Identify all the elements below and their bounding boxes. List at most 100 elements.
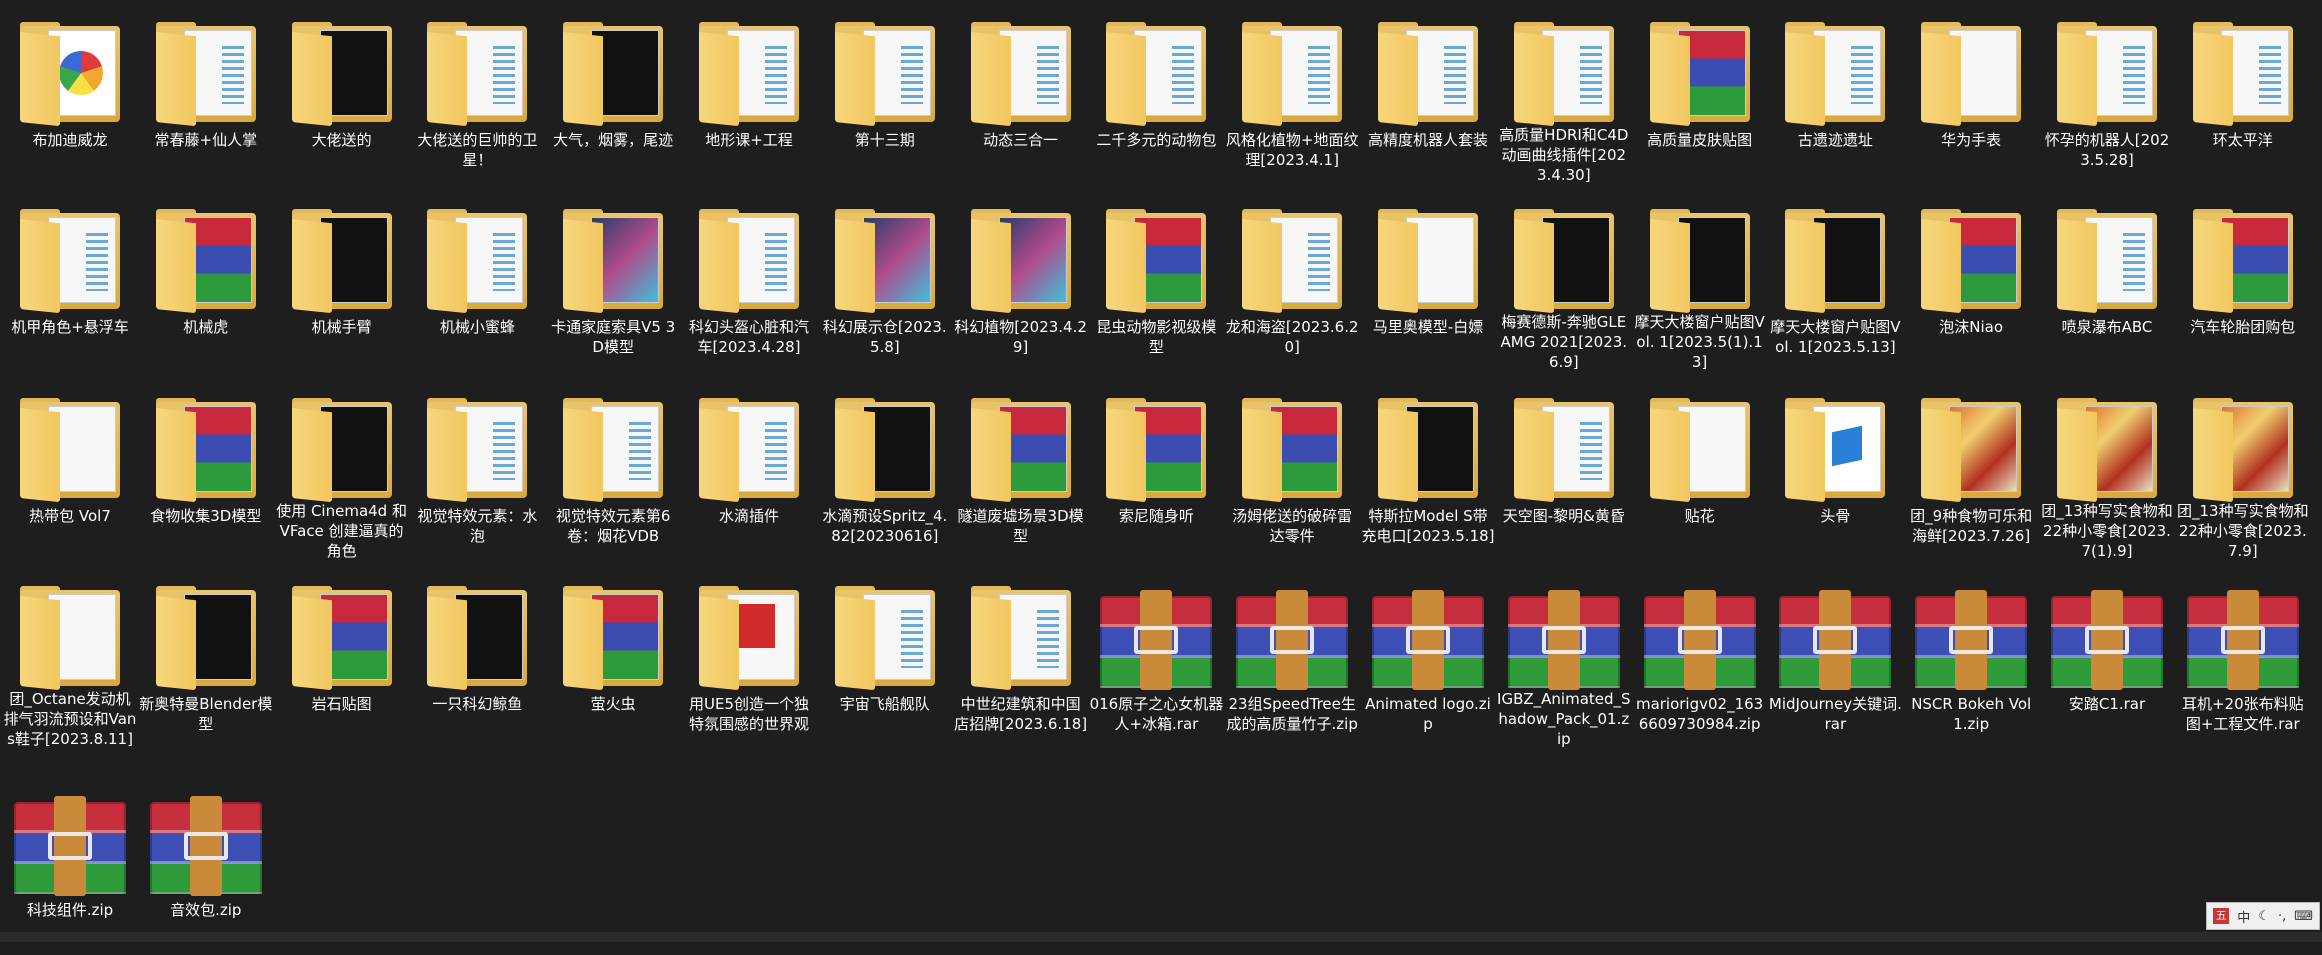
archive-item[interactable]: IGBZ_Animated_Shadow_Pack_01.zip [1496, 564, 1632, 749]
folder-item[interactable]: 高精度机器人套装 [1360, 0, 1496, 185]
folder-item[interactable]: 二千多元的动物包 [1088, 0, 1224, 185]
item-name: 汽车轮胎团购包 [2190, 318, 2296, 336]
archive-item[interactable]: Animated logo.zip [1360, 564, 1496, 749]
folder-item[interactable]: 使用 Cinema4d 和 VFace 创建逼真的角色 [274, 376, 410, 561]
folder-item[interactable]: 喷泉瀑布ABC [2039, 187, 2175, 372]
archive-item[interactable]: 安踏C1.rar [2039, 564, 2175, 749]
item-name: 食物收集3D模型 [150, 507, 262, 525]
folder-item[interactable]: 风格化植物+地面纹理[2023.4.1] [1224, 0, 1360, 185]
folder-icon [146, 22, 266, 127]
folder-item[interactable]: 环太平洋 [2175, 0, 2311, 185]
item-name: 喷泉瀑布ABC [2061, 318, 2153, 336]
folder-item[interactable]: 怀孕的机器人[2023.5.28] [2039, 0, 2175, 185]
folder-item[interactable]: 科幻植物[2023.4.29] [953, 187, 1089, 372]
folder-item[interactable]: 食物收集3D模型 [138, 376, 274, 561]
folder-item[interactable]: 梅赛德斯-奔驰GLE AMG 2021[2023.6.9] [1496, 187, 1632, 372]
item-name: 大佬送的 [311, 131, 372, 149]
folder-item[interactable]: 团_13种写实食物和22种小零食[2023.7.9] [2175, 376, 2311, 561]
folder-item[interactable]: 汤姆佬送的破碎雷达零件 [1224, 376, 1360, 561]
folder-item[interactable]: 贴花 [1632, 376, 1768, 561]
folder-item[interactable]: 卡通家庭索具V5 3D模型 [545, 187, 681, 372]
item-name: 卡通家庭索具V5 3D模型 [551, 318, 676, 356]
folder-item[interactable]: 一只科幻鲸鱼 [409, 564, 545, 749]
folder-item[interactable]: 宇宙飞船舰队 [817, 564, 953, 749]
folder-item[interactable]: 地形课+工程 [681, 0, 817, 185]
folder-item[interactable]: 头骨 [1767, 376, 1903, 561]
folder-icon [689, 22, 809, 127]
item-name: 大佬送的巨帅的卫星！ [417, 131, 538, 169]
folder-item[interactable]: 第十三期 [817, 0, 953, 185]
punctuation-label[interactable]: ·, [2278, 909, 2286, 924]
folder-icon [417, 586, 537, 691]
archive-item[interactable]: NSCR Bokeh Vol 1.zip [1903, 564, 2039, 749]
folder-item[interactable]: 岩石贴图 [274, 564, 410, 749]
archive-item[interactable]: MidJourney关键词.rar [1767, 564, 1903, 749]
winrar-archive-icon [1368, 586, 1488, 690]
folder-item[interactable]: 龙和海盗[2023.6.20] [1224, 187, 1360, 372]
folder-icon [1640, 22, 1760, 127]
folder-item[interactable]: 动态三合一 [953, 0, 1089, 185]
folder-item[interactable]: 机械手臂 [274, 187, 410, 372]
folder-item[interactable]: 视觉特效元素第6卷：烟花VDB [545, 376, 681, 561]
folder-item[interactable]: 中世纪建筑和中国店招牌[2023.6.18] [953, 564, 1089, 749]
archive-item[interactable]: 016原子之心女机器人+冰箱.rar [1088, 564, 1224, 749]
folder-item[interactable]: 机械小蜜蜂 [409, 187, 545, 372]
item-name: 布加迪威龙 [32, 131, 108, 149]
folder-item[interactable]: 索尼随身听 [1088, 376, 1224, 561]
folder-item[interactable]: 马里奥模型-白嫖 [1360, 187, 1496, 372]
folder-item[interactable]: 团_Octane发动机排气羽流预设和Vans鞋子[2023.8.11] [2, 564, 138, 749]
winrar-archive-icon [146, 792, 266, 896]
folder-icon [1911, 398, 2031, 503]
item-name: 常春藤+仙人掌 [154, 131, 258, 149]
ime-toolbar[interactable]: 五 中 ☾ ·, ⌨ [2206, 902, 2320, 930]
folder-item[interactable]: 机甲角色+悬浮车 [2, 187, 138, 372]
folder-item[interactable]: 昆虫动物影视级模型 [1088, 187, 1224, 372]
folder-item[interactable]: 科幻头盔心脏和汽车[2023.4.28] [681, 187, 817, 372]
folder-item[interactable]: 机械虎 [138, 187, 274, 372]
folder-icon [1096, 209, 1216, 314]
folder-item[interactable]: 布加迪威龙 [2, 0, 138, 185]
ime-icon[interactable]: 五 [2213, 908, 2230, 924]
folder-item[interactable]: 视觉特效元素：水泡 [409, 376, 545, 561]
ime-mode-label[interactable]: 中 [2237, 907, 2250, 926]
folder-item[interactable]: 泡沫Niao [1903, 187, 2039, 372]
folder-item[interactable]: 汽车轮胎团购包 [2175, 187, 2311, 372]
archive-item[interactable]: 耳机+20张布料贴图+工程文件.rar [2175, 564, 2311, 749]
archive-item[interactable]: 科技组件.zip [2, 770, 138, 955]
folder-item[interactable]: 团_9种食物可乐和海鲜[2023.7.26] [1903, 376, 2039, 561]
moon-icon[interactable]: ☾ [2258, 909, 2270, 924]
folder-item[interactable]: 热带包 Vol7 [2, 376, 138, 561]
item-name: 天空图-黎明&黄昏 [1502, 507, 1625, 525]
folder-item[interactable]: 高质量皮肤贴图 [1632, 0, 1768, 185]
folder-item[interactable]: 古遗迹遗址 [1767, 0, 1903, 185]
item-name: 中世纪建筑和中国店招牌[2023.6.18] [954, 695, 1088, 733]
folder-item[interactable]: 大佬送的巨帅的卫星！ [409, 0, 545, 185]
keyboard-icon[interactable]: ⌨ [2294, 909, 2313, 924]
folder-item[interactable]: 水滴预设Spritz_4.82[20230616] [817, 376, 953, 561]
folder-item[interactable]: 隧道废墟场景3D模型 [953, 376, 1089, 561]
item-name: IGBZ_Animated_Shadow_Pack_01.zip [1497, 690, 1631, 748]
folder-item[interactable]: 华为手表 [1903, 0, 2039, 185]
item-name: 索尼随身听 [1118, 507, 1194, 525]
folder-item[interactable]: 水滴插件 [681, 376, 817, 561]
folder-item[interactable]: 特斯拉Model S带充电口[2023.5.18] [1360, 376, 1496, 561]
folder-icon [553, 209, 673, 314]
folder-icon [1232, 209, 1352, 314]
folder-icon [417, 398, 537, 503]
folder-item[interactable]: 萤火虫 [545, 564, 681, 749]
folder-item[interactable]: 科幻展示仓[2023.5.8] [817, 187, 953, 372]
folder-item[interactable]: 摩天大楼窗户贴图Vol. 1[2023.5.13] [1767, 187, 1903, 372]
folder-item[interactable]: 天空图-黎明&黄昏 [1496, 376, 1632, 561]
folder-item[interactable]: 大佬送的 [274, 0, 410, 185]
folder-item[interactable]: 团_13种写实食物和22种小零食[2023.7(1).9] [2039, 376, 2175, 561]
folder-item[interactable]: 摩天大楼窗户贴图Vol. 1[2023.5(1).13] [1632, 187, 1768, 372]
archive-item[interactable]: 23组SpeedTree生成的高质量竹子.zip [1224, 564, 1360, 749]
item-name: 环太平洋 [2212, 131, 2273, 149]
folder-item[interactable]: 常春藤+仙人掌 [138, 0, 274, 185]
archive-item[interactable]: mariorigv02_1636609730984.zip [1632, 564, 1768, 749]
folder-item[interactable]: 新奥特曼Blender模型 [138, 564, 274, 749]
folder-item[interactable]: 高质量HDRI和C4D动画曲线插件[2023.4.30] [1496, 0, 1632, 185]
folder-item[interactable]: 大气，烟雾，尾迹 [545, 0, 681, 185]
folder-item[interactable]: 用UE5创造一个独特氛围感的世界观 [681, 564, 817, 749]
archive-item[interactable]: 音效包.zip [138, 770, 274, 955]
